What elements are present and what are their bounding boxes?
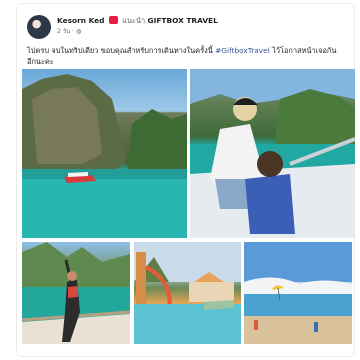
limestone-lagoon-illustration <box>22 74 187 238</box>
boat-child-photo[interactable] <box>190 69 355 238</box>
boat-woman-illustration <box>22 242 130 344</box>
child-shirt <box>245 174 295 234</box>
beach-parasail-photo[interactable] <box>244 242 352 344</box>
pool-resort-illustration <box>134 242 241 344</box>
post-text: ไปครบ จบในทริปเดียว ขอบคุณสำหรับการเดินท… <box>27 45 345 67</box>
pool <box>134 304 241 344</box>
water-shadow <box>22 169 187 179</box>
island-right <box>275 89 355 144</box>
pool-resort-photo[interactable] <box>134 242 241 344</box>
author-avatar[interactable] <box>27 15 51 39</box>
post-meta: 2 วัน · ◍ <box>57 26 81 36</box>
boat-woman-photo[interactable] <box>22 242 130 344</box>
recommend-badge-icon <box>108 16 118 24</box>
red-top <box>68 286 78 298</box>
building <box>189 282 234 302</box>
far-island <box>127 109 187 169</box>
child-head <box>257 151 283 177</box>
meta-separator: · <box>72 28 75 35</box>
sea <box>244 294 352 316</box>
beachgoer <box>314 322 318 332</box>
post-card: Kesorn Ked แนะนำ GIFTBOX TRAVEL 2 วัน · … <box>17 4 355 356</box>
author-name[interactable]: Kesorn Ked <box>57 16 104 25</box>
hashtag-link[interactable]: #GiftboxTravel <box>215 46 270 55</box>
page-name[interactable]: GIFTBOX TRAVEL <box>148 16 218 25</box>
slide-tower <box>136 252 146 307</box>
sky-upper <box>244 242 352 282</box>
recommend-label: แนะนำ <box>122 16 146 25</box>
post-time[interactable]: 2 วัน <box>57 28 70 35</box>
post-header: Kesorn Ked แนะนำ GIFTBOX TRAVEL 2 วัน · … <box>27 14 347 40</box>
post-body-text: ไปครบ จบในทริปเดียว ขอบคุณสำหรับการเดินท… <box>27 46 216 55</box>
sand <box>244 316 352 344</box>
lagoon-water <box>22 169 187 238</box>
beach-parasail-illustration <box>244 242 352 344</box>
boat-child-illustration <box>190 69 355 238</box>
globe-icon: ◍ <box>75 28 82 35</box>
woman-head <box>67 271 77 281</box>
beachgoer <box>254 320 258 330</box>
limestone-lagoon-photo[interactable] <box>22 69 187 238</box>
